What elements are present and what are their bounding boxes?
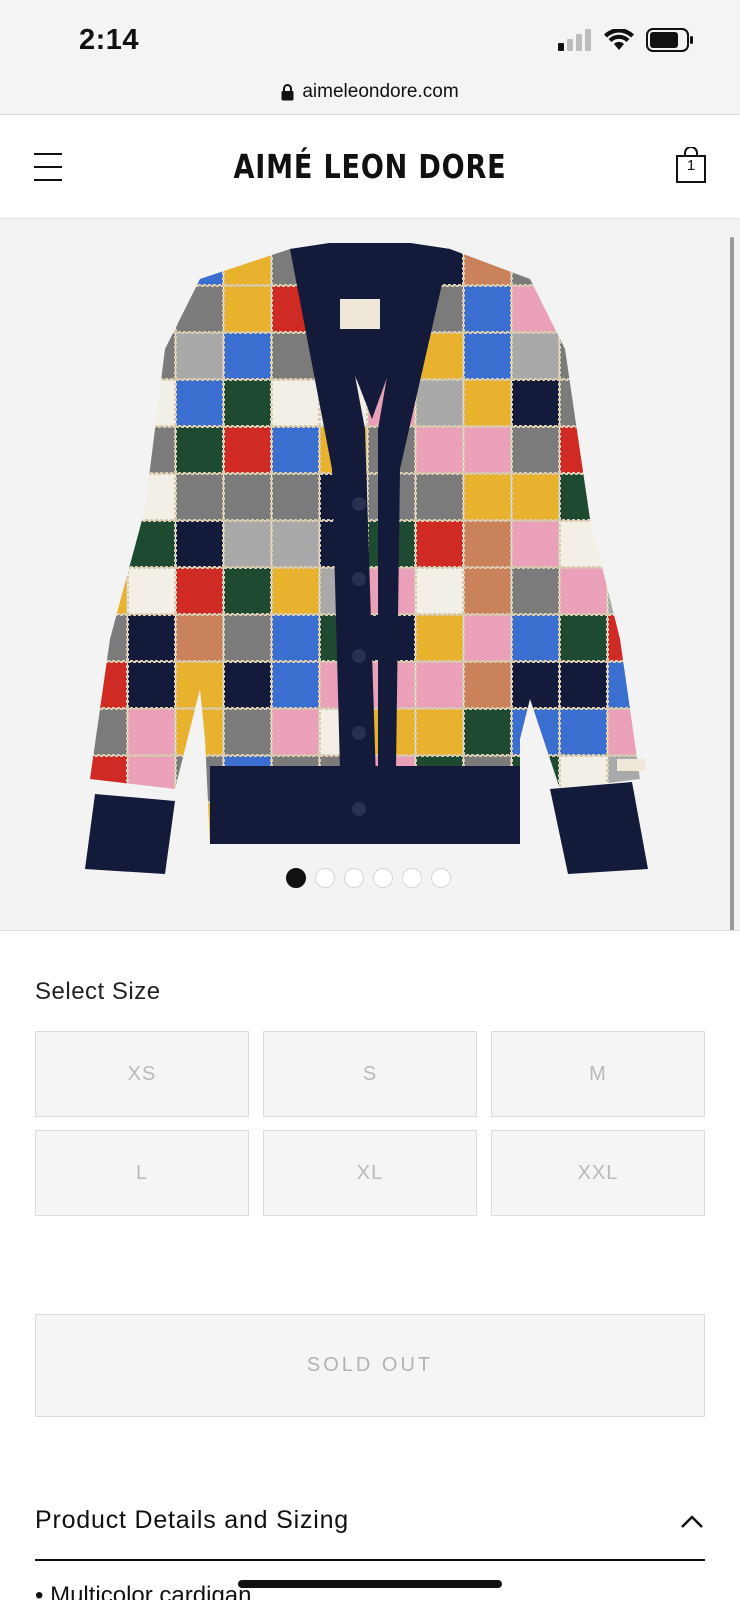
product-details-title: Product Details and Sizing bbox=[35, 1506, 350, 1534]
pagination-dot-3[interactable] bbox=[344, 868, 364, 888]
cellular-signal-icon bbox=[558, 29, 591, 51]
gallery-scrollbar[interactable] bbox=[730, 237, 734, 930]
chevron-up-icon bbox=[681, 1515, 703, 1528]
wifi-icon bbox=[604, 29, 634, 50]
pagination-dot-4[interactable] bbox=[373, 868, 393, 888]
size-option-m[interactable]: M bbox=[491, 1031, 705, 1117]
status-time: 2:14 bbox=[79, 24, 140, 56]
size-option-xxl[interactable]: XXL bbox=[491, 1130, 705, 1216]
size-option-xs[interactable]: XS bbox=[35, 1031, 249, 1117]
product-detail-bullet: • Multicolor cardigan bbox=[35, 1582, 252, 1600]
patchwork-cardigan-image bbox=[85, 243, 648, 874]
cart-button[interactable]: 1 bbox=[676, 146, 706, 183]
pagination-dot-6[interactable] bbox=[431, 868, 451, 888]
cart-count: 1 bbox=[686, 157, 696, 174]
pagination-dot-1[interactable] bbox=[286, 868, 306, 888]
hamburger-line bbox=[34, 179, 62, 181]
size-option-xl[interactable]: XL bbox=[263, 1130, 477, 1216]
battery-icon bbox=[646, 28, 693, 52]
status-bar: 2:14 bbox=[0, 0, 740, 70]
size-option-l[interactable]: L bbox=[35, 1130, 249, 1216]
site-header: AIMÉ LEON DORE 1 bbox=[0, 115, 740, 219]
status-icons bbox=[558, 28, 694, 52]
home-indicator[interactable] bbox=[238, 1580, 502, 1588]
url-text: aimeleondore.com bbox=[302, 81, 459, 102]
product-details-accordion[interactable]: Product Details and Sizing bbox=[35, 1497, 705, 1561]
product-gallery[interactable] bbox=[0, 219, 740, 931]
gallery-pagination bbox=[286, 868, 451, 888]
pagination-dot-5[interactable] bbox=[402, 868, 422, 888]
brand-logo[interactable]: AIMÉ LEON DORE bbox=[67, 147, 674, 186]
lock-icon bbox=[281, 83, 294, 100]
hamburger-line bbox=[34, 166, 62, 168]
sold-out-button[interactable]: SOLD OUT bbox=[35, 1314, 705, 1417]
pagination-dot-2[interactable] bbox=[315, 868, 335, 888]
menu-button[interactable] bbox=[34, 153, 64, 183]
select-size-label: Select Size bbox=[35, 978, 161, 1005]
hamburger-icon bbox=[34, 153, 62, 155]
size-option-s[interactable]: S bbox=[263, 1031, 477, 1117]
size-options: XS S M L XL XXL bbox=[35, 1031, 705, 1216]
address-bar[interactable]: aimeleondore.com bbox=[0, 70, 740, 115]
